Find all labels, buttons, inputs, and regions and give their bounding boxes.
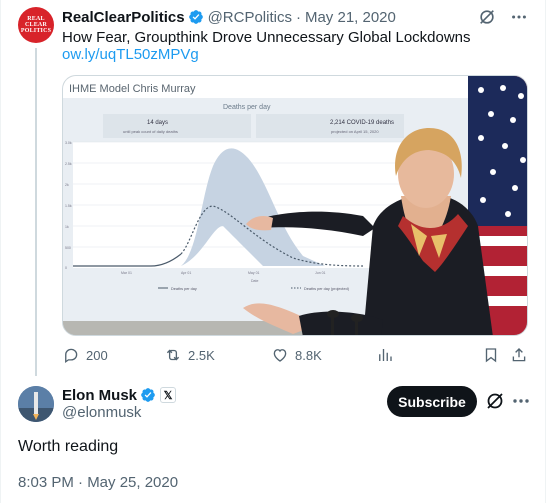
briefing-photo: IHME Model Chris Murray Deaths per day 1…: [63, 76, 527, 335]
reply-count: 200: [86, 347, 108, 363]
x-tick-3: Jun 01: [315, 271, 326, 275]
like-button[interactable]: 8.8K: [271, 346, 322, 364]
like-count: 8.8K: [295, 347, 322, 363]
heart-icon: [273, 349, 287, 362]
grok-icon[interactable]: [478, 8, 496, 26]
bookmark-button[interactable]: [482, 346, 500, 364]
subscribe-button[interactable]: Subscribe: [387, 386, 477, 417]
y-tick-1: 2.5k: [65, 162, 72, 166]
stat-1-value: 14 days: [147, 120, 168, 126]
x-tick-1: Apr 01: [181, 271, 191, 275]
main-verified-badge-icon[interactable]: [140, 387, 156, 403]
main-grok-icon[interactable]: [485, 391, 505, 411]
quoted-tweet-action-bar: 200 2.5K 8.8K: [62, 346, 528, 366]
rcp-logo-line-3: POLITICS: [20, 28, 52, 34]
x-axis-label: Date: [251, 279, 258, 283]
elon-avatar[interactable]: [18, 386, 54, 422]
retweet-button[interactable]: 2.5K: [164, 346, 215, 364]
x-affiliate-badge-icon[interactable]: 𝕏: [160, 387, 177, 403]
reply-icon: [65, 348, 78, 364]
bookmark-icon: [485, 348, 497, 363]
x-tick-2: May 01: [248, 271, 260, 275]
author-handle[interactable]: @RCPolitics: [208, 9, 292, 26]
y-tick-0: 3.0k: [65, 141, 72, 145]
stat-2-label: projected on April 15, 2020: [331, 129, 379, 134]
quoted-tweet-top-icons: [478, 8, 528, 26]
main-author-name[interactable]: Elon Musk: [62, 387, 137, 404]
views-button[interactable]: [376, 346, 394, 364]
y-tick-4: 1k: [65, 225, 69, 229]
y-tick-3: 1.5k: [65, 204, 72, 208]
stat-box-1: [103, 114, 251, 138]
legend-label-1: Deaths per day: [171, 287, 197, 291]
separator-dot: ·: [295, 8, 301, 26]
reply-button[interactable]: 200: [62, 346, 108, 364]
y-tick-6: 0: [65, 266, 67, 270]
y-tick-2: 2k: [65, 183, 69, 187]
stat-2-value: 2,214 COVID-19 deaths: [330, 120, 394, 126]
y-tick-5: 500: [65, 246, 71, 250]
x-tick-0: Mar 01: [121, 271, 132, 275]
main-author-handle[interactable]: @elonmusk: [62, 404, 141, 421]
avatar-image: [18, 386, 54, 422]
quoted-tweet-header: RealClearPolitics @RCPolitics · May 21, …: [62, 7, 396, 27]
tweet-date[interactable]: May 21, 2020: [305, 9, 396, 26]
author-name[interactable]: RealClearPolitics: [62, 9, 185, 26]
main-tweet-timestamp[interactable]: 8:03 PM · May 25, 2020: [18, 474, 178, 491]
main-more-options-icon[interactable]: [511, 391, 531, 411]
main-author-row: Elon Musk 𝕏: [62, 386, 177, 404]
legend-label-2: Deaths per day (projected): [304, 287, 350, 291]
analytics-icon: [379, 349, 392, 361]
quoted-tweet-link[interactable]: ow.ly/uqTL50zMPVg: [62, 45, 199, 64]
retweet-icon: [166, 349, 180, 361]
thread-connector-line: [35, 48, 37, 376]
share-icon: [512, 348, 526, 362]
main-tweet-text: Worth reading: [18, 438, 119, 455]
chart-heading: Deaths per day: [223, 104, 271, 111]
rcp-avatar[interactable]: REAL CLEAR POLITICS: [18, 7, 54, 43]
retweet-count: 2.5K: [188, 347, 215, 363]
verified-badge-icon[interactable]: [188, 9, 204, 25]
share-button[interactable]: [510, 346, 528, 364]
stat-1-label: until peak count of daily deaths: [123, 129, 178, 134]
tweet-media-image[interactable]: IHME Model Chris Murray Deaths per day 1…: [62, 75, 528, 336]
left-border: [0, 0, 1, 503]
stat-box-2: [256, 114, 404, 138]
more-options-icon[interactable]: [510, 8, 528, 26]
slide-title: IHME Model Chris Murray: [69, 83, 196, 95]
